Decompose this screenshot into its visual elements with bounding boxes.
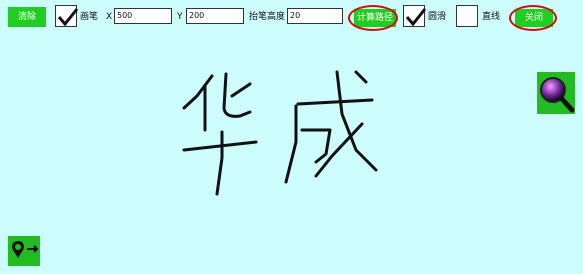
location-button[interactable]: [8, 236, 40, 266]
pen-label: 画笔: [80, 12, 99, 22]
lift-height-input[interactable]: 20: [287, 8, 343, 24]
drawing-canvas[interactable]: [0, 34, 583, 270]
close-button[interactable]: 关闭: [515, 9, 553, 27]
magnifier-icon: [540, 77, 575, 113]
smooth-label: 圆滑: [428, 12, 447, 22]
location-pin-icon: [12, 241, 39, 258]
smooth-checkbox[interactable]: [403, 5, 427, 27]
checkmark-icon: [405, 8, 427, 27]
lift-height-label: 抬笔高度: [249, 12, 286, 22]
pen-checkbox[interactable]: [55, 5, 79, 27]
compute-path-button[interactable]: 计算路径: [354, 9, 396, 27]
straight-line-label: 直线: [482, 12, 501, 22]
clear-button[interactable]: 清除: [8, 7, 46, 27]
x-input[interactable]: 500: [114, 8, 172, 24]
checkmark-icon: [57, 8, 79, 27]
x-label: X: [106, 12, 113, 22]
straight-line-checkbox[interactable]: [456, 5, 478, 27]
handwriting-strokes: [182, 70, 378, 196]
y-label: Y: [177, 12, 183, 22]
y-input[interactable]: 200: [186, 8, 244, 24]
toolbar: 清除 画笔 X 500 Y 200 抬笔高度 20 计算路径 圆滑 直线 关闭: [0, 0, 583, 34]
zoom-button[interactable]: [537, 72, 575, 114]
